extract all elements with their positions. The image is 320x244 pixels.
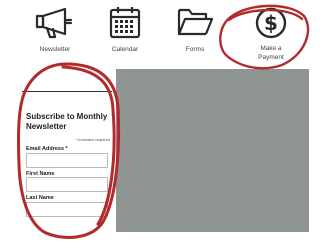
email-field[interactable] — [26, 153, 108, 168]
form-title: Subscribe to Monthly Newsletter — [26, 112, 108, 131]
nav-item-newsletter[interactable]: Newsletter — [20, 0, 90, 100]
megaphone-icon — [35, 6, 75, 45]
nav-label-newsletter: Newsletter — [39, 46, 71, 53]
email-label: Email Address * — [26, 146, 68, 152]
nav-label-payment-line2: Payment — [258, 54, 284, 61]
nav-label-calendar: Calendar — [111, 46, 139, 53]
last-name-field[interactable] — [26, 202, 108, 217]
first-name-field[interactable] — [26, 177, 108, 192]
newsletter-signup-form: Subscribe to Monthly Newsletter * indica… — [22, 91, 112, 241]
dollar-circle-icon: $ — [254, 6, 288, 45]
nav-label-payment-line1: Make a — [260, 45, 282, 52]
dollar-glyph: $ — [264, 11, 278, 35]
calendar-icon — [108, 6, 142, 45]
form-divider — [22, 91, 112, 92]
last-name-label: Last Name — [26, 195, 54, 201]
folder-icon — [176, 6, 214, 43]
required-note: * indicates required — [75, 137, 110, 142]
gray-image-panel — [116, 69, 309, 232]
nav-label-forms: Forms — [185, 46, 205, 53]
nav-label-payment: Make a Payment — [236, 44, 306, 62]
